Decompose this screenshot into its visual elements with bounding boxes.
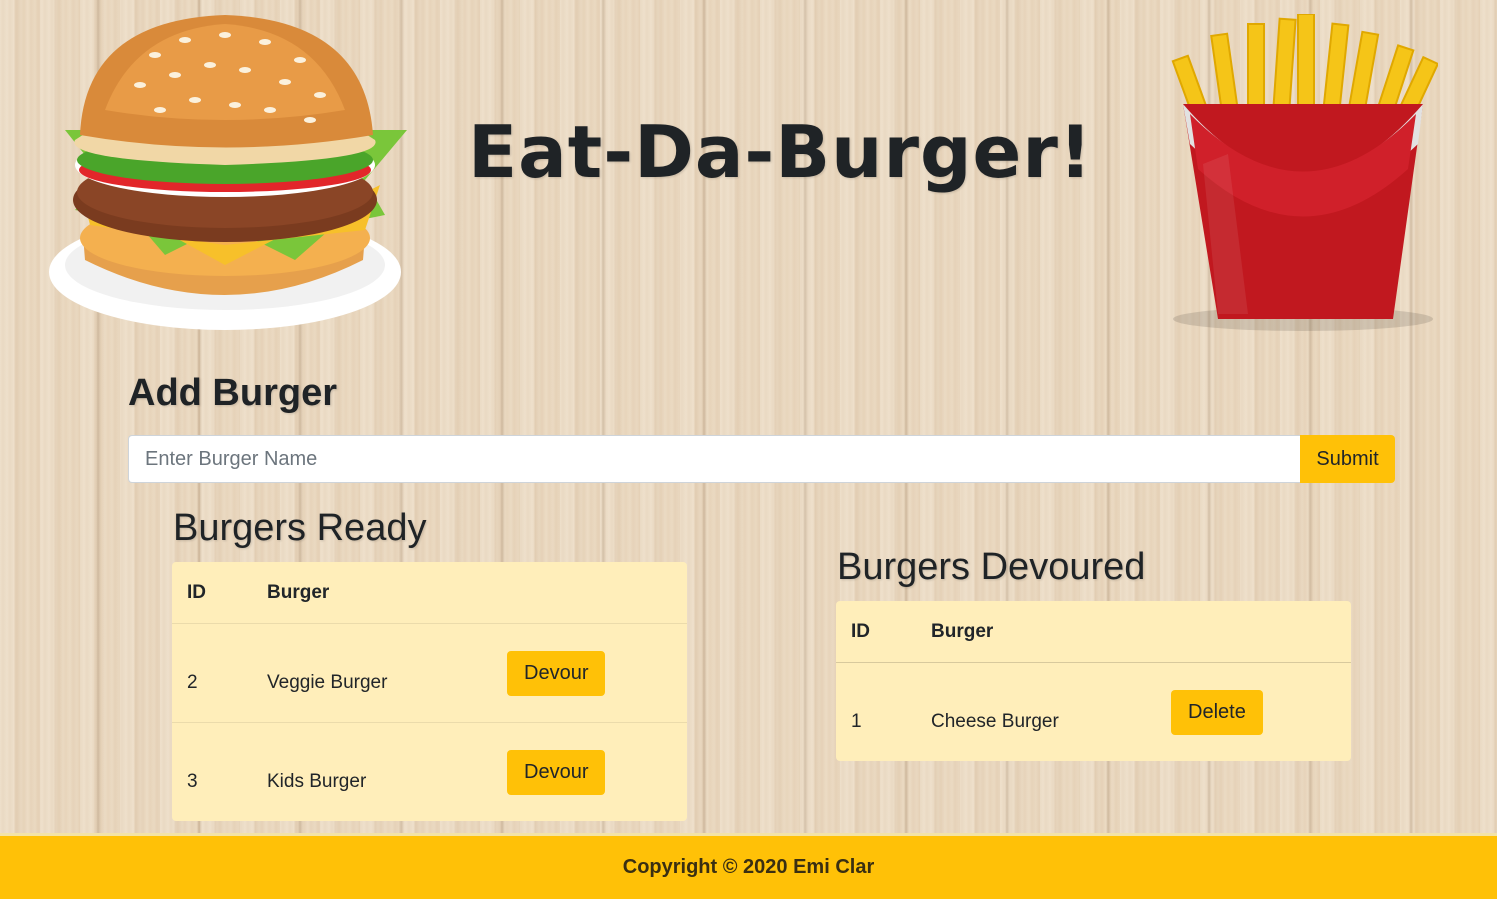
fries-icon xyxy=(1171,14,1438,331)
add-burger-heading: Add Burger xyxy=(128,372,337,414)
column-header-burger: Burger xyxy=(252,562,492,624)
burger-id: 1 xyxy=(851,711,862,732)
table-row: 1 Cheese Burger Delete xyxy=(836,663,1351,762)
burger-name: Veggie Burger xyxy=(252,623,492,723)
devour-button[interactable]: Devour xyxy=(507,749,606,795)
footer: Copyright © 2020 Emi Clar xyxy=(0,833,1497,899)
table-header-row: ID Burger xyxy=(172,562,687,624)
action-cell: Devour xyxy=(492,623,687,723)
burger-id: 2 xyxy=(172,623,252,723)
action-cell: Delete xyxy=(1156,663,1351,762)
table-header-row: ID Burger xyxy=(836,601,1351,663)
devour-button[interactable]: Devour xyxy=(507,650,606,696)
burger-name-input[interactable] xyxy=(128,435,1300,483)
column-header-id: ID xyxy=(836,601,916,663)
burgers-ready-table: ID Burger 2 Veggie Burger Devour 3 Kids … xyxy=(172,562,687,821)
column-header-burger: Burger xyxy=(916,601,1156,663)
submit-button[interactable]: Submit xyxy=(1300,435,1395,483)
column-header-action xyxy=(1156,601,1351,663)
delete-button[interactable]: Delete xyxy=(1171,689,1263,735)
page-title: Eat-Da-Burger! xyxy=(468,110,1093,194)
table-row: 2 Veggie Burger Devour xyxy=(172,623,687,723)
column-header-action xyxy=(492,562,687,624)
burger-name: Cheese Burger xyxy=(931,711,1059,732)
table-row: 3 Kids Burger Devour xyxy=(172,723,687,822)
action-cell: Devour xyxy=(492,723,687,822)
burgers-ready-heading: Burgers Ready xyxy=(173,507,427,549)
burger-icon xyxy=(49,15,407,330)
copyright-text: Copyright © 2020 Emi Clar xyxy=(622,856,875,878)
burger-id: 3 xyxy=(187,771,198,792)
burgers-devoured-table: ID Burger 1 Cheese Burger Delete xyxy=(836,601,1351,761)
burgers-devoured-heading: Burgers Devoured xyxy=(837,546,1146,588)
column-header-id: ID xyxy=(172,562,252,624)
add-burger-form: Submit xyxy=(128,435,1395,483)
burger-name: Kids Burger xyxy=(267,771,367,792)
